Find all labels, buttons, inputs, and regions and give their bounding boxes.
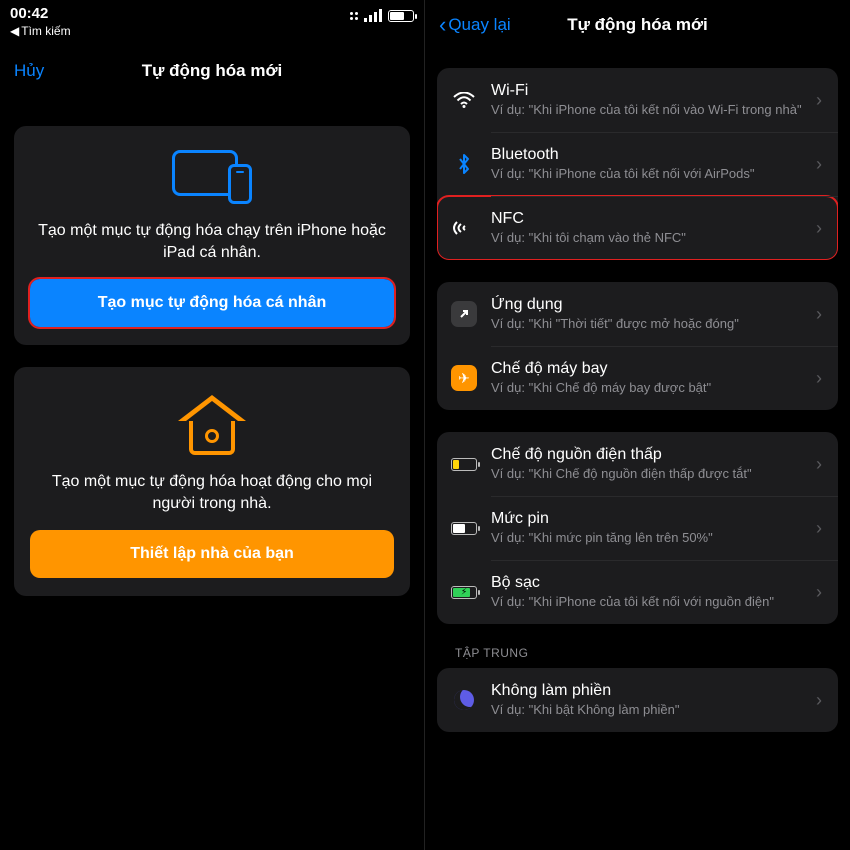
- create-personal-automation-button[interactable]: Tạo mục tự động hóa cá nhân: [30, 279, 394, 327]
- home-icon: [177, 391, 247, 455]
- moon-icon: [454, 690, 474, 710]
- row-subtitle: Ví dụ: "Khi "Thời tiết" được mở hoặc đón…: [491, 316, 810, 332]
- battery-level-icon: [451, 522, 477, 535]
- page-title: Tự động hóa mới: [567, 15, 708, 35]
- row-title: Không làm phiền: [491, 682, 810, 700]
- app-open-icon: [451, 301, 477, 327]
- chevron-right-icon: ›: [816, 90, 826, 111]
- breadcrumb-back[interactable]: ◀︎ Tìm kiếm: [10, 24, 71, 38]
- back-label: Quay lại: [448, 15, 510, 35]
- row-subtitle: Ví dụ: "Khi iPhone của tôi kết nối với A…: [491, 166, 810, 182]
- trigger-row-bluetooth[interactable]: Bluetooth Ví dụ: "Khi iPhone của tôi kết …: [437, 132, 838, 196]
- row-title: NFC: [491, 210, 810, 228]
- signal-icon: [364, 9, 382, 22]
- nav-bar: ‹ Quay lại Tự động hóa mới: [425, 0, 850, 50]
- trigger-row-lowpower[interactable]: Chế độ nguồn điện thấp Ví dụ: "Khi Chế độ…: [437, 432, 838, 496]
- row-title: Wi-Fi: [491, 82, 810, 100]
- cancel-button[interactable]: Hủy: [14, 61, 44, 81]
- nfc-icon: [453, 218, 475, 238]
- setup-home-button[interactable]: Thiết lập nhà của bạn: [30, 530, 394, 578]
- status-indicators: [350, 5, 414, 22]
- row-subtitle: Ví dụ: "Khi Chế độ máy bay được bật": [491, 380, 810, 396]
- row-title: Ứng dụng: [491, 296, 810, 314]
- row-title: Chế độ nguồn điện thấp: [491, 446, 810, 464]
- trigger-row-charger[interactable]: ⚡︎ Bộ sạc Ví dụ: "Khi iPhone của tôi kết …: [437, 560, 838, 624]
- back-button[interactable]: ‹ Quay lại: [439, 12, 511, 38]
- indicator-icon: [350, 12, 358, 20]
- phone-right: ‹ Quay lại Tự động hóa mới Wi-Fi Ví dụ: "…: [425, 0, 850, 850]
- trigger-row-airplane[interactable]: ✈︎ Chế độ máy bay Ví dụ: "Khi Chế độ máy …: [437, 346, 838, 410]
- row-subtitle: Ví dụ: "Khi iPhone của tôi kết nối với n…: [491, 594, 810, 610]
- chevron-right-icon: ›: [816, 154, 826, 175]
- card-description: Tạo một mục tự động hóa hoạt động cho mọ…: [30, 471, 394, 514]
- chevron-right-icon: ›: [816, 368, 826, 389]
- bluetooth-icon: [457, 153, 471, 175]
- phone-left: 00:42 ◀︎ Tìm kiếm Hủy Tự động hóa mới Tạ…: [0, 0, 425, 850]
- chevron-right-icon: ›: [816, 304, 826, 325]
- row-subtitle: Ví dụ: "Khi tôi chạm vào thẻ NFC": [491, 230, 810, 246]
- row-title: Bộ sạc: [491, 574, 810, 592]
- home-automation-card: Tạo một mục tự động hóa hoạt động cho mọ…: [14, 367, 410, 596]
- status-time: 00:42: [10, 5, 71, 22]
- nav-bar: Hủy Tự động hóa mới: [0, 46, 424, 96]
- row-subtitle: Ví dụ: "Khi Chế độ nguồn điện thấp được …: [491, 466, 810, 482]
- airplane-icon: ✈︎: [451, 365, 477, 391]
- chevron-right-icon: ›: [816, 690, 826, 711]
- battery-icon: [388, 10, 414, 22]
- trigger-row-dnd[interactable]: Không làm phiền Ví dụ: "Khi bật Không làm…: [437, 668, 838, 732]
- row-title: Bluetooth: [491, 146, 810, 164]
- row-subtitle: Ví dụ: "Khi iPhone của tôi kết nối vào W…: [491, 102, 810, 118]
- section-header-focus: TẬP TRUNG: [437, 646, 838, 664]
- chevron-left-icon: ◀︎: [10, 24, 19, 38]
- low-power-icon: [451, 458, 477, 471]
- chevron-right-icon: ›: [816, 218, 826, 239]
- charger-icon: ⚡︎: [451, 586, 477, 599]
- trigger-group-power: Chế độ nguồn điện thấp Ví dụ: "Khi Chế độ…: [437, 432, 838, 624]
- chevron-right-icon: ›: [816, 454, 826, 475]
- trigger-row-battery[interactable]: Mức pin Ví dụ: "Khi mức pin tăng lên trên…: [437, 496, 838, 560]
- row-title: Mức pin: [491, 510, 810, 528]
- devices-icon: [172, 150, 252, 204]
- trigger-row-nfc[interactable]: NFC Ví dụ: "Khi tôi chạm vào thẻ NFC" ›: [437, 196, 838, 260]
- page-title: Tự động hóa mới: [142, 61, 283, 81]
- trigger-group-app: Ứng dụng Ví dụ: "Khi "Thời tiết" được mở …: [437, 282, 838, 410]
- row-title: Chế độ máy bay: [491, 360, 810, 378]
- row-subtitle: Ví dụ: "Khi mức pin tăng lên trên 50%": [491, 530, 810, 546]
- status-bar: 00:42 ◀︎ Tìm kiếm: [0, 0, 424, 46]
- trigger-row-wifi[interactable]: Wi-Fi Ví dụ: "Khi iPhone của tôi kết nối …: [437, 68, 838, 132]
- trigger-group-focus: Không làm phiền Ví dụ: "Khi bật Không làm…: [437, 668, 838, 732]
- wifi-icon: [453, 92, 475, 108]
- breadcrumb-label: Tìm kiếm: [21, 24, 70, 38]
- trigger-row-app[interactable]: Ứng dụng Ví dụ: "Khi "Thời tiết" được mở …: [437, 282, 838, 346]
- chevron-right-icon: ›: [816, 582, 826, 603]
- chevron-right-icon: ›: [816, 518, 826, 539]
- row-subtitle: Ví dụ: "Khi bật Không làm phiền": [491, 702, 810, 718]
- trigger-group-connectivity: Wi-Fi Ví dụ: "Khi iPhone của tôi kết nối …: [437, 68, 838, 260]
- card-description: Tạo một mục tự động hóa chạy trên iPhone…: [30, 220, 394, 263]
- chevron-left-icon: ‹: [439, 12, 446, 38]
- personal-automation-card: Tạo một mục tự động hóa chạy trên iPhone…: [14, 126, 410, 345]
